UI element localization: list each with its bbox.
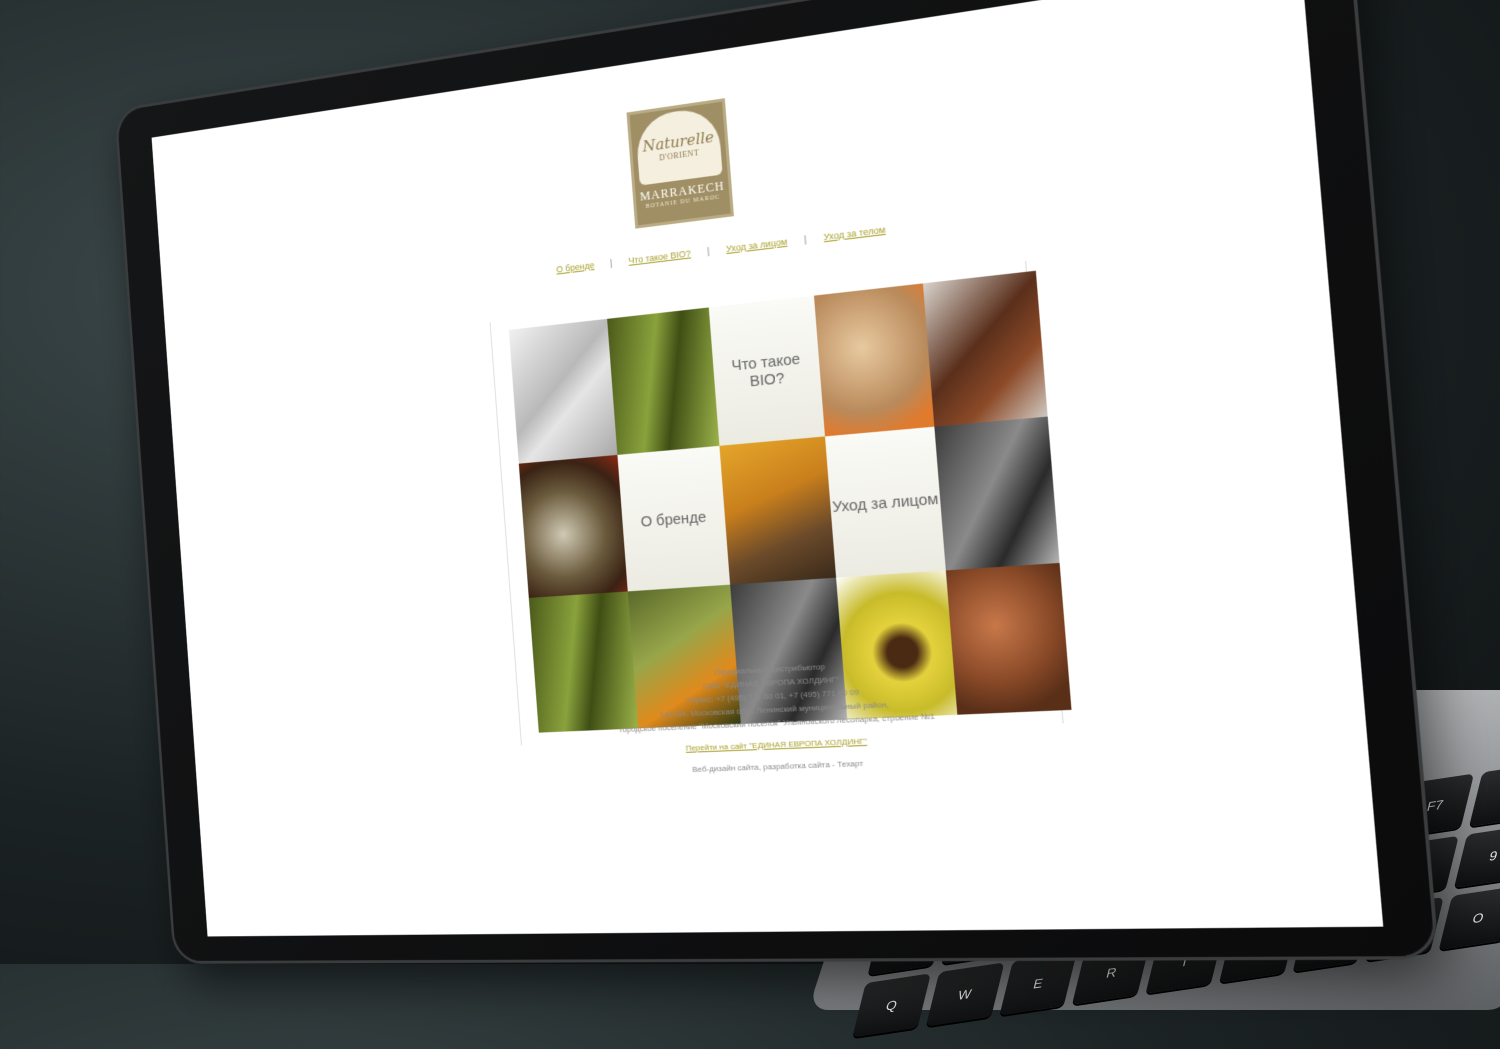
keyboard-key: F8 xyxy=(1469,762,1500,827)
nav-link-face-care[interactable]: Уход за лицом xyxy=(726,236,788,254)
logo-crest: Naturelle D'ORIENT xyxy=(634,105,723,186)
keyboard-key: Q xyxy=(852,973,931,1038)
grid-tile-image xyxy=(813,283,935,437)
grid-tile-image xyxy=(922,270,1048,427)
keyboard-key: W xyxy=(925,962,1004,1027)
keyboard-key: 9 xyxy=(1454,824,1500,889)
website-page: Naturelle D'ORIENT MARRAKECH BOTANIE DU … xyxy=(152,0,1384,936)
photo-scene: escF1F2F3F4F5F6F7F8123456789QWERTYUIO Na… xyxy=(0,0,1500,1038)
grid-tile-image xyxy=(508,318,618,464)
grid-tile-link[interactable]: Что такое BIO? xyxy=(708,295,826,446)
grid-tile-image xyxy=(934,416,1060,571)
nav-link-body-care[interactable]: Уход за телом xyxy=(823,224,886,242)
nav-link-what-is-bio[interactable]: Что такое BIO? xyxy=(628,248,691,266)
keyboard-key: O xyxy=(1439,886,1500,951)
footer-holding-link[interactable]: Перейти на сайт "ЕДИНАЯ ЕВРОПА ХОЛДИНГ" xyxy=(685,737,867,753)
keyboard-key: E xyxy=(999,951,1078,1016)
site-footer: Официальный дистрибьютор ОАО "ЕДИНАЯ ЕВР… xyxy=(563,651,999,780)
laptop-screen: Naturelle D'ORIENT MARRAKECH BOTANIE DU … xyxy=(151,0,1384,937)
grid-tile-image xyxy=(518,454,628,598)
brand-logo[interactable]: Naturelle D'ORIENT MARRAKECH BOTANIE DU … xyxy=(626,98,734,229)
nav-separator: | xyxy=(803,234,807,245)
main-nav: О бренде | Что такое BIO? | Уход за лицо… xyxy=(556,224,886,274)
grid-tile-image xyxy=(719,436,837,585)
grid-tile-link[interactable]: Уход за лицом xyxy=(825,426,946,578)
nav-separator: | xyxy=(609,257,613,269)
grid-tile-link[interactable]: О бренде xyxy=(617,445,731,592)
grid-tile-image xyxy=(607,307,720,455)
nav-separator: | xyxy=(706,245,710,257)
nav-link-about-brand[interactable]: О бренде xyxy=(556,260,595,275)
laptop-bezel: Naturelle D'ORIENT MARRAKECH BOTANIE DU … xyxy=(116,0,1436,962)
